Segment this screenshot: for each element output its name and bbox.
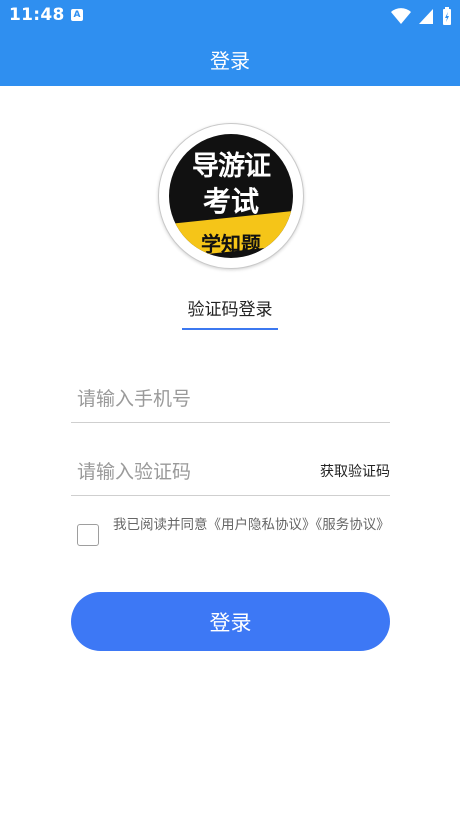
notification-icon: A	[71, 9, 83, 21]
status-time: 11:48	[9, 5, 65, 25]
logo-text-line3: 学知题	[201, 232, 261, 256]
battery-charging-icon	[443, 7, 451, 25]
phone-field	[71, 373, 390, 423]
status-bar: 11:48 A	[0, 0, 460, 32]
phone-input[interactable]	[77, 383, 307, 415]
wifi-icon	[390, 8, 411, 24]
app-logo: 导游证 考试 学知题	[158, 123, 304, 269]
status-icons	[390, 6, 454, 26]
signal-icon	[418, 9, 433, 24]
verification-code-input[interactable]	[77, 456, 307, 488]
tab-active-underline	[182, 328, 278, 330]
agreement-checkbox[interactable]	[77, 524, 99, 546]
page-title: 登录	[210, 49, 250, 73]
logo-badge: 导游证 考试 学知题	[169, 134, 293, 258]
tab-sms-code-login[interactable]: 验证码登录	[180, 292, 280, 330]
tab-label: 验证码登录	[187, 300, 273, 320]
get-code-button[interactable]: 获取验证码	[320, 461, 390, 481]
app-bar: 登录	[0, 32, 460, 86]
agreement-text[interactable]: 我已阅读并同意《用户隐私协议》《服务协议》	[113, 514, 390, 536]
login-button[interactable]: 登录	[71, 592, 390, 651]
code-field: 获取验证码	[71, 446, 390, 496]
logo-text-line1: 导游证	[192, 151, 271, 182]
